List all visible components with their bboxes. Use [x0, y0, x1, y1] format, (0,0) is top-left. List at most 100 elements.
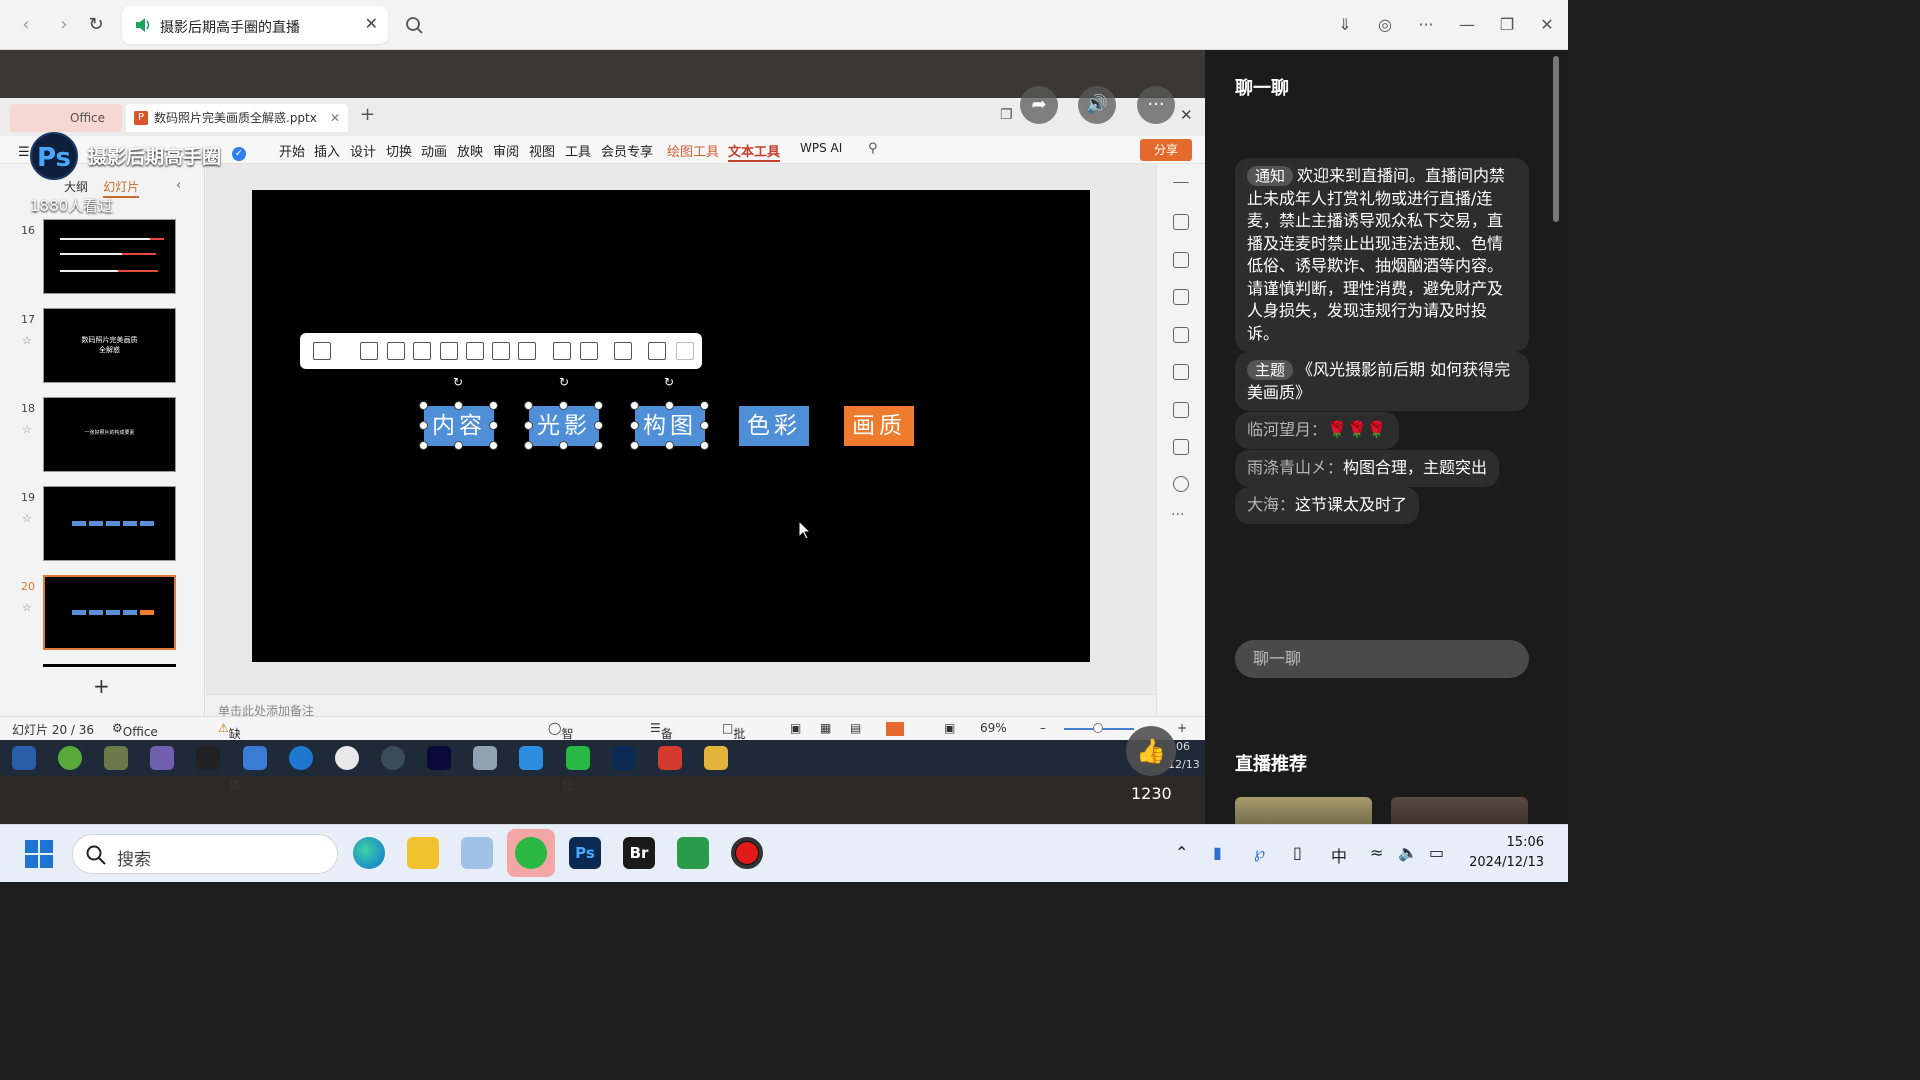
slide-thumb-16[interactable] — [43, 219, 176, 294]
resize-handle[interactable] — [559, 401, 568, 410]
resize-handle[interactable] — [524, 421, 533, 430]
resize-handle[interactable] — [594, 421, 603, 430]
photoshop-icon[interactable]: Ps — [569, 837, 601, 869]
photos-icon[interactable] — [461, 837, 493, 869]
refresh-icon[interactable]: ↻ — [82, 11, 110, 39]
normal-view-icon[interactable]: ▣ — [790, 721, 801, 735]
slide-thumb-20[interactable] — [43, 575, 176, 650]
resize-handle[interactable] — [524, 401, 533, 410]
remote-desktop-icon[interactable] — [677, 837, 709, 869]
settings-sliders-icon[interactable] — [1173, 214, 1189, 230]
usb-icon[interactable]: ▯ — [1293, 843, 1302, 862]
windows-start-icon[interactable] — [25, 840, 53, 868]
slide-thumb-17[interactable]: 数码照片完美画质 全解惑 — [43, 308, 176, 383]
box-composition[interactable]: 构图 — [635, 406, 705, 446]
bluetooth-icon[interactable]: ℘ — [1254, 843, 1265, 862]
distribute-v-icon[interactable] — [580, 342, 598, 360]
menu-text-tools[interactable]: 文本工具 — [728, 141, 781, 162]
star-tool-icon[interactable] — [1173, 252, 1189, 268]
tools-icon[interactable] — [1173, 327, 1189, 343]
book-icon[interactable] — [1173, 439, 1189, 455]
restore-icon[interactable]: ❐ — [1495, 13, 1519, 37]
wps-file-tab[interactable]: P 数码照片完美画质全解惑.pptx ✕ — [126, 104, 348, 132]
file-explorer-icon[interactable] — [407, 837, 439, 869]
chat-username[interactable]: 临河望月： — [1247, 420, 1327, 439]
menu-design[interactable]: 设计 — [350, 141, 376, 160]
align-left-icon[interactable] — [360, 342, 378, 360]
add-slide-icon[interactable]: + — [93, 674, 110, 698]
menu-insert[interactable]: 插入 — [314, 141, 340, 160]
resize-handle[interactable] — [594, 441, 603, 450]
resize-handle[interactable] — [419, 401, 428, 410]
browser-tab[interactable]: 摄影后期高手圈的直播 ✕ — [122, 6, 388, 44]
resize-handle[interactable] — [559, 441, 568, 450]
resize-handle[interactable] — [524, 441, 533, 450]
more-icon[interactable]: ··· — [1414, 13, 1438, 37]
resize-handle[interactable] — [489, 421, 498, 430]
more-tools-icon[interactable]: ··· — [1171, 507, 1184, 523]
box-quality[interactable]: 画质 — [844, 406, 914, 446]
distribute-h-icon[interactable] — [553, 342, 571, 360]
resize-handle[interactable] — [630, 421, 639, 430]
tray-app-icon[interactable]: ▮ — [1213, 843, 1222, 862]
resize-handle[interactable] — [700, 401, 709, 410]
menu-animation[interactable]: 动画 — [421, 141, 447, 160]
slide-thumb-18[interactable]: 一张好照片的构成要素 — [43, 397, 176, 472]
rotate-handle-icon[interactable]: ↻ — [663, 376, 675, 388]
sorter-view-icon[interactable]: ▦ — [820, 721, 831, 735]
zoom-level[interactable]: 69% — [980, 721, 1007, 735]
animation-icon[interactable] — [1173, 402, 1189, 418]
taskbar-search[interactable]: 搜索 — [72, 834, 338, 874]
wps-window-icon[interactable]: ❐ — [1000, 107, 1013, 123]
style-icon[interactable] — [1173, 364, 1189, 380]
zoom-out-icon[interactable]: – — [1040, 721, 1046, 735]
recommend-thumbnail[interactable] — [1235, 797, 1372, 827]
zoom-slider-thumb[interactable] — [1093, 723, 1103, 733]
menu-view[interactable]: 视图 — [529, 141, 555, 160]
resize-handle[interactable] — [700, 441, 709, 450]
grid-icon[interactable] — [518, 342, 536, 360]
volume-tray-icon[interactable]: 🔈 — [1398, 843, 1418, 862]
share-button[interactable]: 分享 — [1140, 139, 1192, 161]
resize-handle[interactable] — [454, 401, 463, 410]
menu-transition[interactable]: 切换 — [386, 141, 412, 160]
resize-handle[interactable] — [454, 441, 463, 450]
resize-handle[interactable] — [419, 441, 428, 450]
rotate-handle-icon[interactable]: ↻ — [452, 376, 464, 388]
streamer-avatar[interactable]: Ps — [30, 132, 78, 180]
menu-tools[interactable]: 工具 — [565, 141, 591, 160]
menu-wps-ai[interactable]: WPS AI — [800, 141, 842, 155]
box-content[interactable]: 内容 — [424, 406, 494, 446]
resize-handle[interactable] — [665, 401, 674, 410]
chat-username[interactable]: 大海： — [1247, 495, 1295, 514]
rotate-handle-icon[interactable]: ↻ — [558, 376, 570, 388]
resize-handle[interactable] — [419, 421, 428, 430]
comments-button[interactable]: □ 批注 — [722, 721, 745, 758]
collapse-panel-icon[interactable]: ‹ — [176, 178, 181, 193]
wps-search-icon[interactable]: ⚲ — [868, 141, 878, 156]
resize-handle[interactable] — [489, 441, 498, 450]
resize-handle[interactable] — [489, 401, 498, 410]
resize-handle[interactable] — [594, 401, 603, 410]
new-tab-icon[interactable]: + — [360, 104, 375, 125]
arrange-icon[interactable] — [648, 342, 666, 360]
layout-icon[interactable] — [313, 342, 331, 360]
tab-outline[interactable]: 大纲 — [64, 180, 88, 194]
align-bottom-icon[interactable] — [492, 342, 510, 360]
back-icon[interactable]: ‹ — [12, 11, 40, 39]
wechat-icon[interactable] — [515, 837, 547, 869]
more-options-icon[interactable]: ··· — [1137, 86, 1175, 124]
reading-view-icon[interactable]: ▤ — [850, 721, 861, 735]
like-button[interactable]: 👍 — [1126, 726, 1176, 776]
recommend-thumbnail[interactable] — [1391, 797, 1528, 827]
download-icon[interactable]: ⇓ — [1333, 13, 1357, 37]
show-hidden-icon[interactable]: ⌃ — [1175, 843, 1188, 862]
align-top-icon[interactable] — [440, 342, 458, 360]
notes-button[interactable]: ☰ 备注 — [650, 721, 673, 758]
live-video[interactable]: Office P 数码照片完美画质全解惑.pptx ✕ + ❐ ✕ ☰ 文件 开… — [0, 50, 1205, 824]
collapse-icon[interactable] — [1173, 182, 1189, 184]
ime-indicator[interactable]: 中 — [1331, 843, 1347, 867]
resize-handle[interactable] — [665, 441, 674, 450]
resize-handle[interactable] — [700, 421, 709, 430]
search-icon[interactable] — [400, 11, 430, 41]
